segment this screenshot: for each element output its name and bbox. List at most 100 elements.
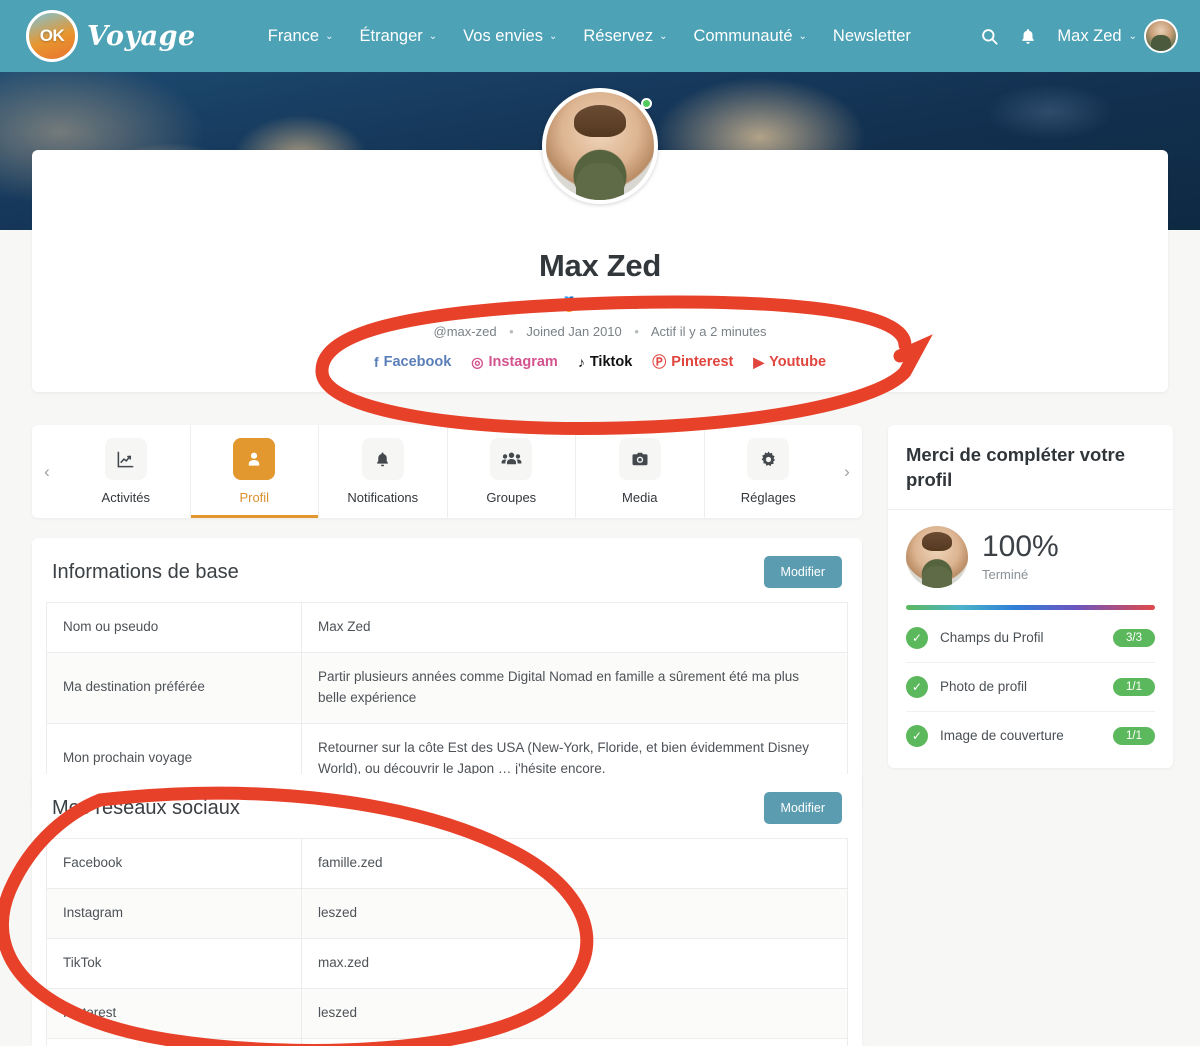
chevron-down-icon: ⌄	[325, 30, 334, 42]
medal-icon: 🏅	[560, 296, 579, 312]
nav-item-newsletter[interactable]: Newsletter	[833, 27, 911, 46]
gear-icon	[747, 438, 790, 480]
user-menu[interactable]: Max Zed ⌄	[1057, 19, 1178, 53]
social-label: Tiktok	[589, 354, 633, 370]
completion-item-label: Champs du Profil	[940, 630, 1044, 646]
tab-activites[interactable]: Activités	[62, 425, 191, 518]
search-icon[interactable]	[980, 27, 999, 46]
table-row: TikTok max.zed	[46, 937, 848, 989]
check-icon: ✓	[906, 626, 928, 649]
nav-label: Vos envies	[463, 26, 543, 45]
status-badge: 1/1	[1113, 726, 1155, 745]
table-row: Pinterest leszed	[46, 987, 848, 1039]
tab-label: Notifications	[347, 490, 419, 505]
social-networks-table: Facebook famille.zed Instagram leszed Ti…	[46, 838, 848, 1046]
nav-item-vos-envies[interactable]: Vos envies ⌄	[463, 27, 557, 46]
profile-meta: @max-zed • Joined Jan 2010 • Actif il y …	[32, 324, 1168, 339]
table-row: Ma destination préférée Partir plusieurs…	[46, 651, 848, 724]
tab-groupes[interactable]: Groupes	[448, 425, 576, 518]
avatar[interactable]	[1144, 19, 1178, 53]
social-link-facebook[interactable]: f Facebook	[374, 354, 451, 370]
row-key: Pinterest	[46, 987, 302, 1039]
profile-social-links: f Facebook ◎ Instagram ♪ Tiktok Ⓟ Pinter…	[32, 352, 1168, 372]
row-value: Max Zed	[301, 602, 848, 653]
completion-body: 100% Terminé ✓ Champs du Profil 3/3 ✓ Ph…	[888, 510, 1173, 768]
completion-item-profile-fields: ✓ Champs du Profil 3/3	[906, 614, 1155, 663]
nav-item-france[interactable]: France ⌄	[268, 27, 334, 46]
meta-separator: •	[509, 324, 514, 339]
youtube-icon: ▶	[753, 353, 765, 370]
site-logo[interactable]: OK Voyage	[26, 10, 196, 62]
nav-label: Newsletter	[832, 26, 911, 45]
check-icon: ✓	[906, 724, 928, 747]
check-icon: ✓	[906, 675, 928, 698]
profile-last-active: Actif il y a 2 minutes	[650, 324, 767, 339]
status-badge: 3/3	[1113, 628, 1155, 647]
profile-joined: Joined Jan 2010	[526, 324, 622, 339]
tabs-strip: Activités Profil Notifications Groupes M…	[62, 425, 832, 518]
social-link-youtube[interactable]: ▶ Youtube	[753, 354, 826, 371]
row-value: max.zed	[301, 937, 848, 989]
table-row: Instagram leszed	[46, 887, 848, 939]
social-networks-header: Mes réseaux sociaux Modifier	[46, 790, 848, 838]
tabs-next-arrow-icon[interactable]: ›	[832, 425, 862, 518]
chevron-down-icon: ⌄	[798, 30, 807, 42]
logo-mark-icon: OK	[26, 10, 78, 62]
tab-reglages[interactable]: Réglages	[705, 425, 833, 518]
basic-info-table: Nom ou pseudo Max Zed Ma destination pré…	[46, 602, 848, 795]
tab-media[interactable]: Media	[576, 425, 705, 518]
nav-label: Réservez	[583, 26, 654, 45]
nav-item-reservez[interactable]: Réservez ⌄	[583, 27, 667, 46]
row-key: YouTube	[46, 1037, 302, 1046]
tab-label: Activités	[101, 490, 150, 505]
points-label: 55 Points	[583, 297, 640, 312]
chevron-down-icon: ⌄	[1128, 30, 1137, 42]
tabs-prev-arrow-icon[interactable]: ‹	[32, 425, 62, 518]
social-link-tiktok[interactable]: ♪ Tiktok	[578, 354, 632, 370]
completion-item-profile-photo: ✓ Photo de profil 1/1	[906, 663, 1155, 712]
tab-label: Groupes	[486, 490, 537, 505]
header-tools: Max Zed ⌄	[980, 19, 1178, 53]
row-key: TikTok	[46, 937, 302, 989]
tab-label: Profil	[239, 490, 270, 505]
online-status-dot	[641, 98, 652, 109]
profile-tabs: ‹ Activités Profil Notifications Groupes…	[32, 425, 862, 518]
chevron-down-icon: ⌄	[428, 30, 438, 42]
tab-profil[interactable]: Profil	[190, 425, 319, 518]
tab-label: Réglages	[740, 490, 796, 505]
facebook-icon: f	[373, 354, 379, 370]
tab-label: Media	[622, 490, 658, 505]
tab-notifications[interactable]: Notifications	[319, 425, 448, 518]
section-title: Informations de base	[52, 560, 239, 583]
social-label: Youtube	[769, 354, 827, 370]
row-key: Nom ou pseudo	[46, 602, 302, 653]
camera-icon	[618, 438, 661, 480]
pinterest-icon: Ⓟ	[652, 354, 667, 370]
bell-icon[interactable]	[1019, 27, 1037, 46]
profile-header-card: Max Zed 🏅 55 Points @max-zed • Joined Ja…	[32, 88, 1168, 392]
nav-item-communaute[interactable]: Communauté ⌄	[693, 27, 806, 46]
social-label: Pinterest	[671, 354, 734, 370]
nav-label: France	[267, 26, 320, 45]
social-link-pinterest[interactable]: Ⓟ Pinterest	[652, 352, 733, 372]
social-label: Facebook	[383, 354, 452, 370]
table-row: Nom ou pseudo Max Zed	[46, 602, 848, 653]
row-key: Facebook	[46, 838, 302, 889]
logo-wordmark: Voyage	[87, 20, 196, 52]
basic-info-panel: Informations de base Modifier Nom ou pse…	[32, 538, 862, 809]
row-value: Partir plusieurs années comme Digital No…	[301, 651, 848, 724]
row-value: Leszed-voyage	[301, 1037, 848, 1046]
social-networks-panel: Mes réseaux sociaux Modifier Facebook fa…	[32, 774, 862, 1046]
avatar	[906, 525, 968, 588]
row-value: leszed	[301, 887, 848, 939]
social-link-instagram[interactable]: ◎ Instagram	[471, 354, 558, 371]
nav-item-etranger[interactable]: Étranger ⌄	[359, 27, 437, 46]
edit-social-networks-button[interactable]: Modifier	[763, 792, 842, 824]
edit-basic-info-button[interactable]: Modifier	[763, 556, 842, 588]
progress-bar	[906, 604, 1155, 610]
social-label: Instagram	[488, 354, 558, 370]
completion-title: Merci de compléter votre profil	[888, 425, 1173, 510]
profile-page: OK Voyage France ⌄ Étranger ⌄ Vos envies…	[0, 0, 1200, 1046]
meta-separator: •	[634, 324, 639, 339]
profile-avatar-wrap[interactable]	[542, 88, 658, 204]
